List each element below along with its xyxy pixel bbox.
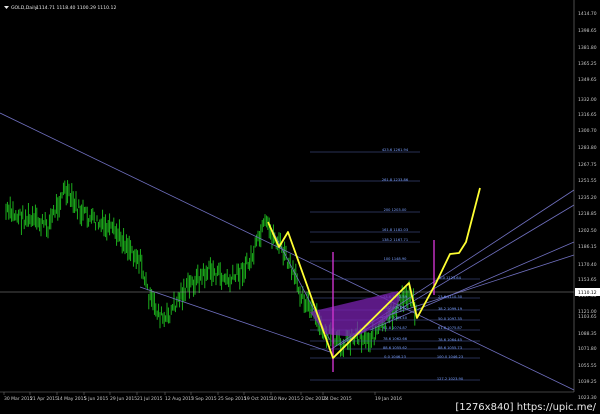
time-tick-label: 25 Sep 2015 — [218, 396, 247, 402]
price-tick-label: 1235.20 — [578, 195, 597, 201]
time-tick-label: 19 Oct 2015 — [244, 396, 272, 402]
price-tick-label: 1316.65 — [578, 112, 597, 118]
triangle-down-icon — [4, 6, 9, 9]
time-tick-label: 24 Dec 2015 — [323, 396, 352, 402]
time-axis: 30 Mar 201521 Apr 2015 14 May 20155 Jun 2… — [0, 391, 574, 402]
trendline-channels — [0, 112, 575, 391]
time-tick-label: 19 Jan 2016 — [375, 396, 402, 402]
price-tick-label: 1398.65 — [578, 28, 597, 34]
current-price-label: 1110.12 — [578, 290, 597, 296]
price-tick-label: 1055.55 — [578, 363, 597, 369]
price-tick-label: 1186.15 — [578, 244, 597, 250]
price-tick-label: 1039.25 — [578, 379, 597, 385]
fib-label: 38.2 1099.19 — [438, 307, 463, 311]
fib-label: 50.0 1097.35 — [438, 317, 462, 321]
fib-label: 138.2 1167.71 — [382, 238, 408, 242]
time-tick-label: 10 Nov 2015 — [271, 396, 300, 402]
fib-label: 88.6 1055.62 — [383, 346, 407, 350]
pattern-line — [267, 187, 481, 359]
fib-label: 78.6 1062.66 — [383, 337, 408, 341]
fib-label: 61.8 1074.87 — [383, 326, 407, 330]
fib-label: 100 1148.90 — [384, 257, 408, 261]
time-tick-label: 21 Apr 2015 — [30, 396, 58, 402]
ohlc-readout: 1114.71 1118.40 1100.29 1110.12 — [36, 5, 116, 11]
fib-label: 261.8 1233.86 — [382, 178, 409, 182]
price-tick-label: 1349.65 — [578, 77, 597, 83]
symbol-title: GOLD,Daily — [11, 5, 38, 11]
chart-window[interactable]: 423.6 1261.94 261.8 1233.86 200 1203.00 161… — [0, 0, 600, 414]
time-tick-label: 29 Jun 2015 — [110, 396, 137, 402]
price-tick-label: 1381.80 — [578, 45, 597, 51]
price-tick-label: 1088.35 — [578, 331, 597, 337]
price-tick-label: 1170.40 — [578, 262, 597, 268]
price-tick-label: 1023.30 — [578, 395, 597, 401]
fib-label: 100.0 1046.23 — [437, 355, 463, 359]
fib-label: 23.6 1110.30 — [438, 295, 463, 299]
price-axis: 1414.70 1398.65 1381.80 1365.25 1349.65 1332.… — [573, 0, 600, 401]
price-tick-label: 1267.75 — [578, 162, 597, 168]
price-tick-label: 1218.85 — [578, 211, 597, 217]
fib-label: 0.0 1046.23 — [384, 355, 406, 359]
price-chart[interactable]: 423.6 1261.94 261.8 1233.86 200 1203.00 161… — [0, 0, 600, 414]
fib-label: 88.6 1055.73 — [438, 346, 462, 350]
time-tick-label: 14 May 2015 — [57, 396, 86, 402]
watermark: [1276x840] https://upic.me/ — [455, 402, 596, 413]
time-tick-label: 30 Mar 2015 — [4, 396, 33, 402]
time-tick-label: 5 Jun 2015 — [84, 396, 108, 402]
fib-label: 78.6 1064.45 — [438, 338, 462, 342]
price-tick-label: 1153.65 — [578, 277, 597, 283]
trendline — [0, 112, 575, 391]
price-tick-label: 1414.70 — [578, 11, 597, 17]
fib-label: 200 1203.00 — [384, 208, 408, 212]
fib-label: 423.6 1261.94 — [382, 148, 409, 152]
fib-label: 127.2 1023.90 — [437, 377, 464, 381]
fib-label: 0.0 1123.64 — [439, 276, 461, 280]
time-tick-label: 12 Aug 2015 — [165, 396, 194, 402]
price-tick-label: 1071.80 — [578, 346, 597, 352]
price-tick-label: 1365.25 — [578, 61, 597, 67]
price-tick-label: 1283.80 — [578, 145, 597, 151]
price-tick-label: 1300.70 — [578, 128, 597, 134]
chart-header: GOLD,Daily1114.71 1118.40 1100.29 1110.1… — [4, 5, 116, 11]
fib-label: 61.8 1075.87 — [438, 326, 462, 330]
fib-label: 161.8 1182.03 — [382, 228, 408, 232]
watermark-text: [1276x840] https://upic.me/ — [455, 402, 596, 413]
time-tick-label: 3 Sep 2015 — [191, 396, 217, 402]
time-tick-label: 21 Jul 2015 — [137, 396, 163, 402]
price-tick-label: 1103.65 — [578, 314, 597, 320]
price-tick-label: 1332.00 — [578, 97, 597, 103]
price-tick-label: 1251.55 — [578, 178, 597, 184]
price-tick-label: 1202.50 — [578, 228, 597, 234]
